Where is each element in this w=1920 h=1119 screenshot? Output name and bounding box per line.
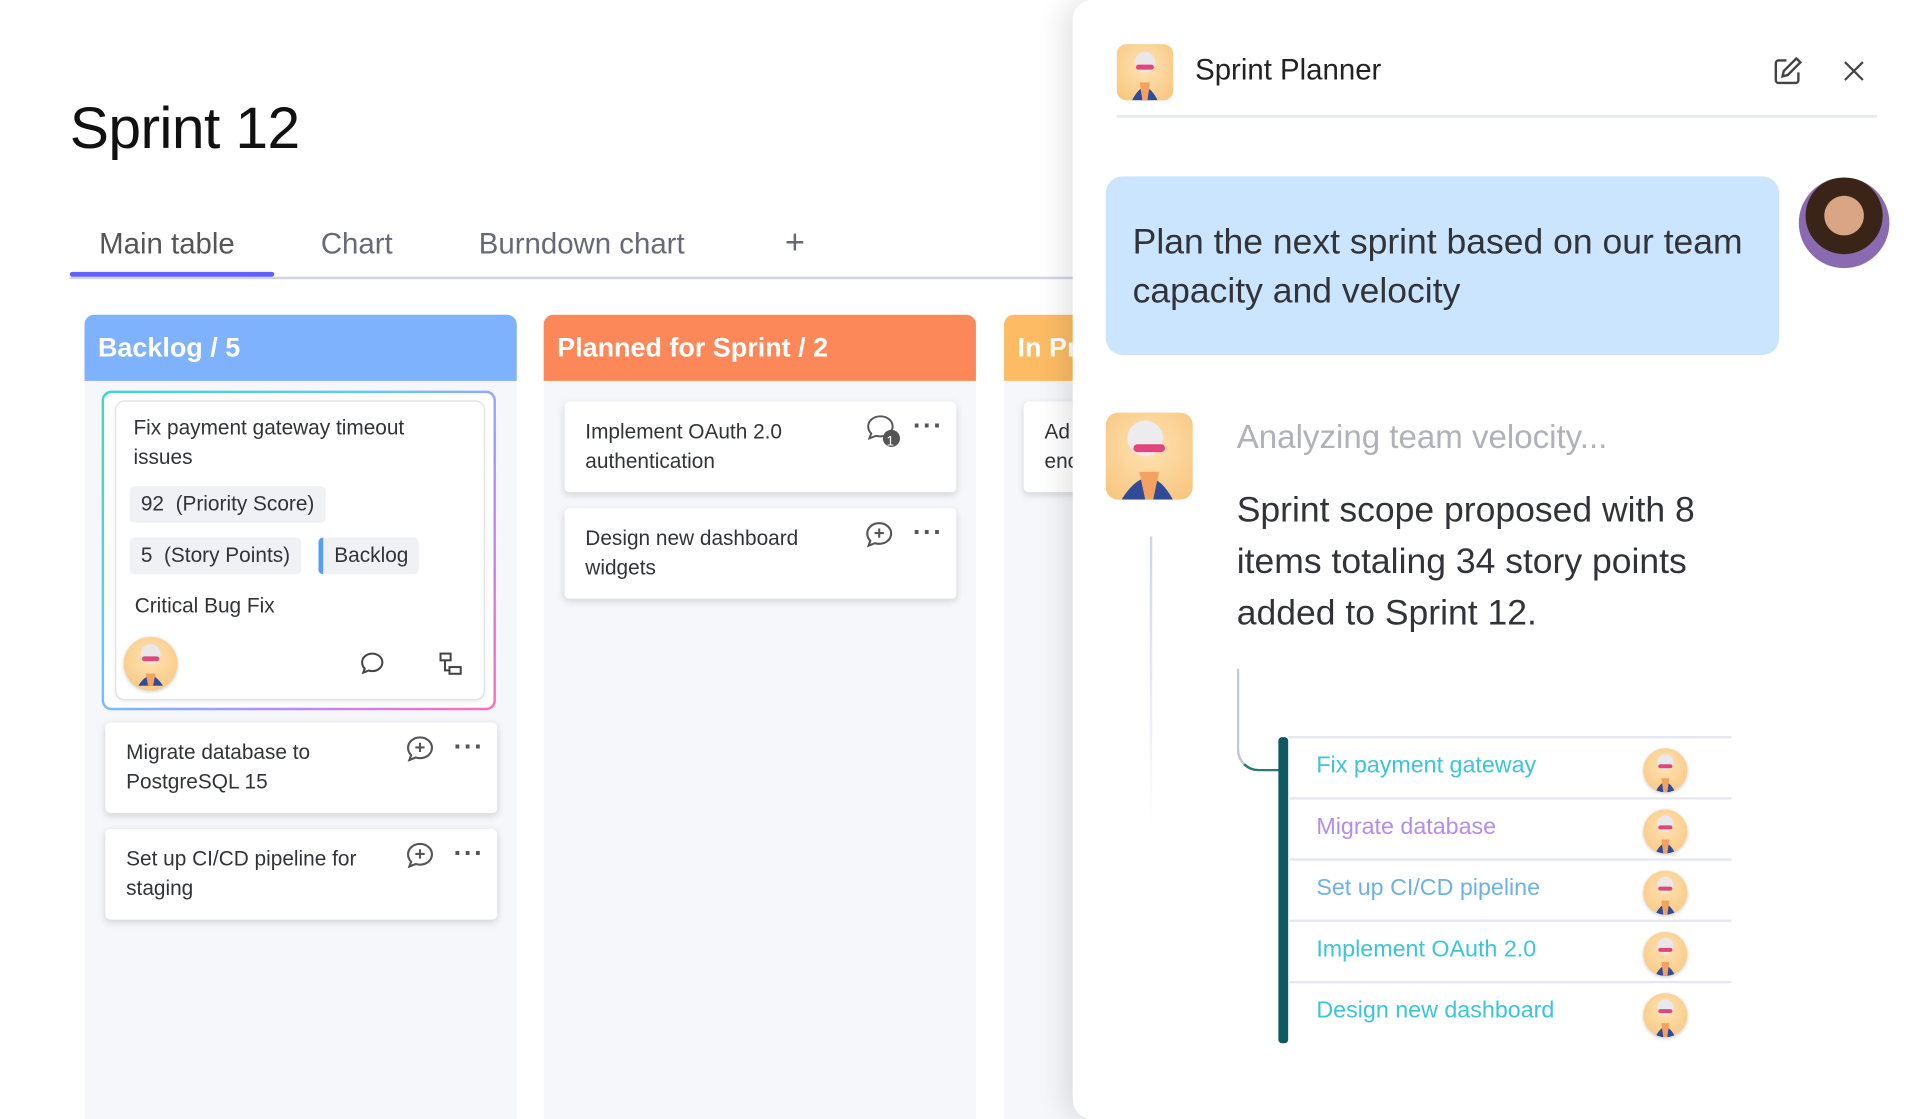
sprint-planner-panel: Sprint Planner Plan the next sprint base… bbox=[1072, 0, 1920, 1119]
status-text: Analyzing team velocity... bbox=[1236, 418, 1608, 456]
assignee-avatar[interactable] bbox=[1643, 748, 1688, 793]
tab-chart[interactable]: Chart bbox=[321, 228, 393, 262]
assignee-avatar[interactable] bbox=[1643, 931, 1688, 976]
panel-title: Sprint Planner bbox=[1195, 53, 1382, 87]
card-migrate-database[interactable]: Migrate database to PostgreSQL 15 ··· bbox=[105, 722, 498, 814]
priority-score-value: 92 bbox=[140, 492, 164, 516]
comment-count-badge: 1 bbox=[886, 434, 895, 450]
kanban-column-backlog: Backlog / 5 Fix payment gateway timeout … bbox=[84, 314, 517, 1119]
more-options-icon[interactable]: ··· bbox=[452, 836, 486, 870]
card-design-dashboard[interactable]: Design new dashboard widgets ··· bbox=[564, 508, 957, 599]
panel-header: Sprint Planner bbox=[1116, 37, 1878, 118]
add-update-icon[interactable] bbox=[862, 518, 896, 552]
add-update-icon[interactable] bbox=[403, 839, 437, 873]
comment-count-icon[interactable]: 1 bbox=[862, 411, 904, 450]
story-points-chip[interactable]: 5 (Story Points) bbox=[129, 537, 302, 575]
card-title: Fix payment gateway timeout issues bbox=[133, 416, 405, 469]
assignee-avatar[interactable] bbox=[1643, 870, 1688, 915]
ai-agent-avatar bbox=[1116, 44, 1174, 101]
view-tabs: Main table Chart Burndown chart + bbox=[69, 218, 1087, 280]
column-header-planned[interactable]: Planned for Sprint / 2 bbox=[543, 314, 976, 381]
kanban-column-planned: Planned for Sprint / 2 Implement OAuth 2… bbox=[543, 314, 976, 1119]
list-item[interactable]: Fix payment gateway bbox=[1288, 735, 1732, 797]
story-points-label: (Story Points) bbox=[163, 543, 291, 567]
item-label: Set up CI/CD pipeline bbox=[1316, 875, 1541, 902]
status-badge[interactable]: Backlog bbox=[318, 537, 420, 575]
assignee-avatar[interactable] bbox=[1643, 993, 1688, 1038]
thread-line bbox=[1149, 536, 1153, 831]
selected-card-highlight: Fix payment gateway timeout issues 92 (P… bbox=[101, 390, 496, 711]
ai-response-avatar bbox=[1105, 412, 1193, 500]
card-fix-payment-gateway[interactable]: Fix payment gateway timeout issues 92 (P… bbox=[115, 400, 485, 701]
add-tab-button[interactable]: + bbox=[785, 223, 805, 262]
card-title: Implement OAuth 2.0 authentication bbox=[585, 420, 783, 473]
priority-score-chip[interactable]: 92 (Priority Score) bbox=[129, 486, 326, 523]
ai-response-text: Sprint scope proposed with 8 items total… bbox=[1236, 491, 1695, 634]
assignee-avatar[interactable] bbox=[1643, 809, 1688, 854]
item-list-bar bbox=[1278, 737, 1289, 1044]
ai-agent-avatar[interactable] bbox=[123, 636, 178, 691]
list-item[interactable]: Implement OAuth 2.0 bbox=[1288, 919, 1732, 981]
more-options-icon[interactable]: ··· bbox=[911, 409, 945, 443]
category-label: Critical Bug Fix bbox=[134, 593, 275, 618]
card-title: Design new dashboard widgets bbox=[585, 526, 799, 580]
comment-icon[interactable] bbox=[356, 648, 388, 680]
list-item[interactable]: Migrate database bbox=[1288, 797, 1732, 858]
card-title: Set up CI/CD pipeline for staging bbox=[126, 847, 357, 901]
active-tab-indicator bbox=[69, 271, 275, 277]
edit-icon[interactable] bbox=[1768, 51, 1807, 90]
user-avatar bbox=[1798, 177, 1890, 269]
item-label: Fix payment gateway bbox=[1316, 753, 1537, 779]
more-options-icon[interactable]: ··· bbox=[452, 730, 486, 764]
page-title: Sprint 12 bbox=[69, 96, 300, 162]
list-item[interactable]: Design new dashboard bbox=[1288, 980, 1732, 1042]
card-setup-cicd[interactable]: Set up CI/CD pipeline for staging ··· bbox=[105, 828, 498, 920]
subitems-icon[interactable] bbox=[435, 648, 467, 680]
item-label: Migrate database bbox=[1316, 814, 1497, 841]
add-update-icon[interactable] bbox=[403, 732, 437, 766]
close-icon[interactable] bbox=[1834, 51, 1873, 90]
more-options-icon[interactable]: ··· bbox=[911, 516, 945, 550]
priority-score-label: (Priority Score) bbox=[175, 492, 315, 516]
item-label: Design new dashboard bbox=[1316, 997, 1555, 1024]
tab-main-table[interactable]: Main table bbox=[99, 228, 235, 262]
story-points-value: 5 bbox=[140, 543, 153, 567]
column-header-backlog[interactable]: Backlog / 5 bbox=[84, 314, 517, 381]
card-implement-oauth[interactable]: Implement OAuth 2.0 authentication 1 ··· bbox=[564, 401, 957, 493]
list-item[interactable]: Set up CI/CD pipeline bbox=[1288, 858, 1732, 919]
item-label: Implement OAuth 2.0 bbox=[1316, 936, 1537, 963]
user-message-bubble: Plan the next sprint based on our team c… bbox=[1105, 176, 1780, 356]
tab-burndown-chart[interactable]: Burndown chart bbox=[479, 228, 685, 262]
card-title: Migrate database to PostgreSQL 15 bbox=[126, 740, 311, 794]
